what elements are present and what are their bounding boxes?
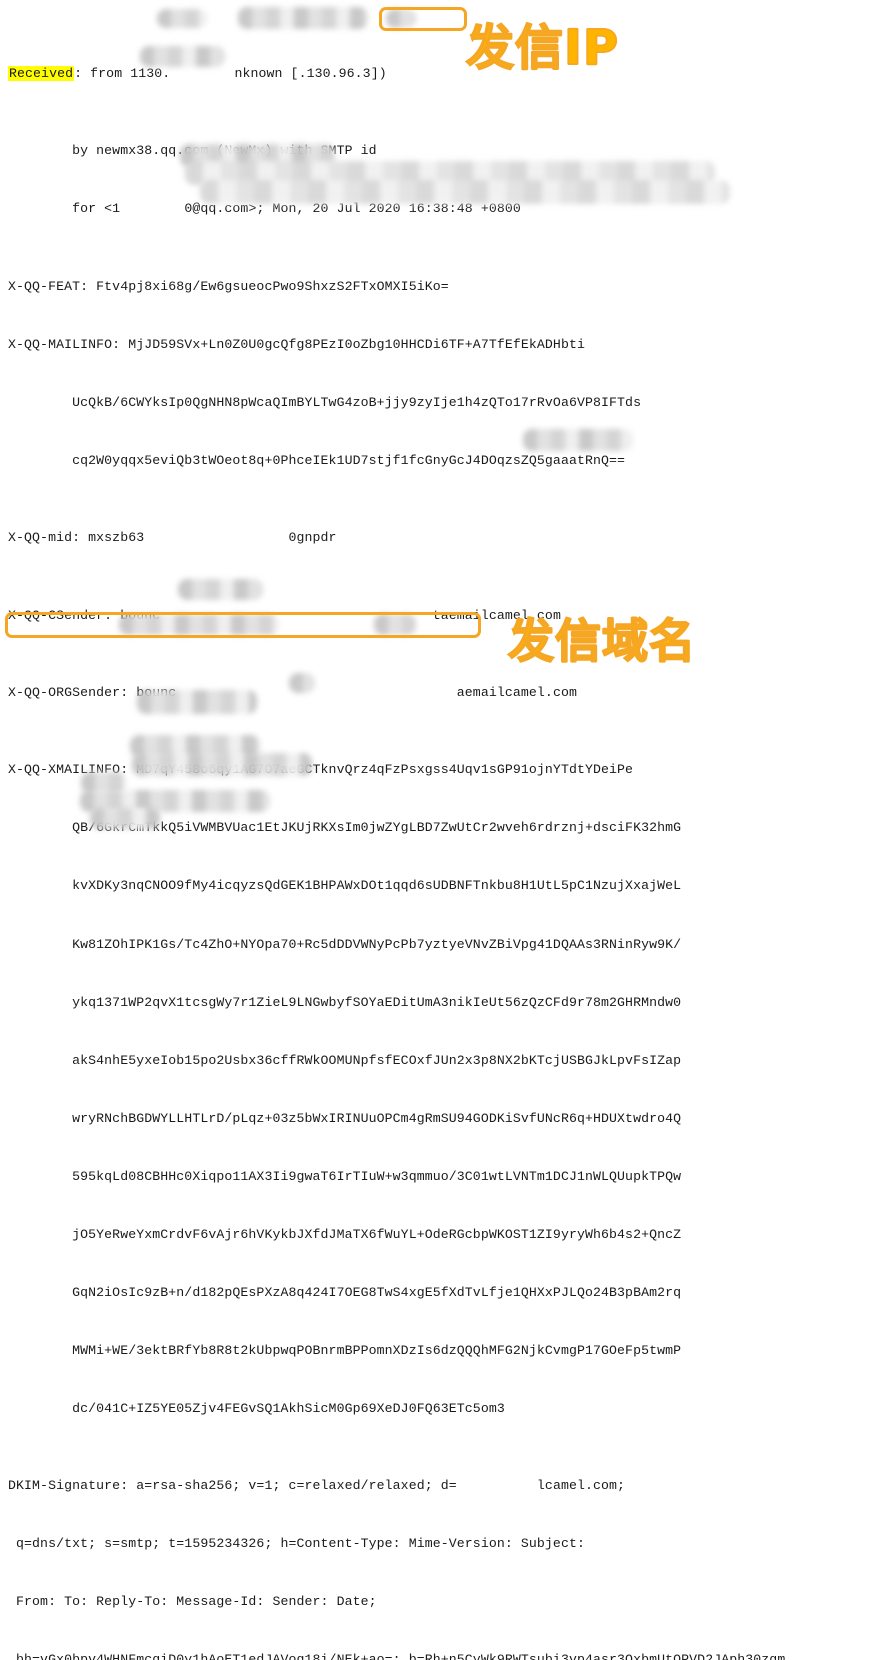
header-dkim-signature: DKIM-Signature: a=rsa-sha256; v=1; c=rel… bbox=[8, 1476, 886, 1495]
email-header-source: Received: from 1130. nknown [.130.96.3])… bbox=[0, 0, 886, 1660]
dkim-part-b: lcamel.com; bbox=[536, 1478, 626, 1494]
header-x-qq-mailinfo: X-QQ-MAILINFO: MjJD59SVx+Ln0Z0U0gcQfg8PE… bbox=[8, 336, 585, 352]
received-line-part-a: : from 1 bbox=[74, 66, 139, 82]
header-xmailinfo-cont-2: kvXDKy3nqCNOO9fMy4icqyzsQdGEK1BHPAWxDOt1… bbox=[8, 878, 682, 894]
header-x-qq-feat: X-QQ-FEAT: Ftv4pj8xi68g/Ew6gsueocPwo9Shx… bbox=[8, 278, 449, 294]
header-x-qq-mailinfo-cont-1: UcQkB/6CWYksIp0QgNHN8pWcaQImBYLTwG4zoB+j… bbox=[8, 394, 642, 410]
x-qq-csender-part-a: X-QQ-CSender: bounc bbox=[8, 607, 161, 623]
header-xmailinfo-cont-4: ykq1371WP2qvX1tcsgWy7r1ZieL9LNGwbyfSOYaE… bbox=[8, 994, 682, 1010]
header-dkim-cont-1: q=dns/txt; s=smtp; t=1595234326; h=Conte… bbox=[8, 1536, 585, 1552]
x-qq-mid-part-a: X-QQ-mid: mxszb63 bbox=[8, 530, 145, 546]
header-x-qq-orgsender: X-QQ-ORGSender: bounc aemailcamel.com bbox=[8, 683, 886, 702]
header-x-qq-csender: X-QQ-CSender: bounc taemailcamel.com bbox=[8, 606, 886, 625]
x-qq-csender-part-b: taemailcamel.com bbox=[432, 607, 561, 623]
header-line-by: by newmx38.qq.com (NewMx) with SMTP id bbox=[8, 143, 377, 159]
header-xmailinfo-cont-10: MWMi+WE/3ektBRfYb8R8t2kUbpwqPOBnrmBPPomn… bbox=[8, 1342, 682, 1358]
for-part-b: 0@qq.com>; Mon, 20 Jul 2020 16:38:48 +08… bbox=[184, 201, 521, 217]
header-xmailinfo-cont-5: akS4nhE5yxeIob15po2Usbx36cffRWkOOMUNpfsf… bbox=[8, 1052, 682, 1068]
header-xmailinfo-cont-8: jO5YeRweYxmCrdvF6vAjr6hVKykbJXfdJMaTX6fW… bbox=[8, 1226, 682, 1242]
x-qq-orgsender-part-a: X-QQ-ORGSender: bounc bbox=[8, 685, 177, 701]
header-line-for: for <1 0@qq.com>; Mon, 20 Jul 2020 16:38… bbox=[8, 199, 886, 218]
received-keyword-highlight: Received bbox=[8, 66, 75, 82]
x-qq-mid-part-b: 0gnpdr bbox=[288, 530, 337, 546]
received-line-part-b: 130. bbox=[138, 66, 171, 82]
header-x-qq-mid: X-QQ-mid: mxszb63 0gnpdr bbox=[8, 528, 886, 547]
header-x-qq-xmailinfo: X-QQ-XMAILINFO: MD7qY458o6qy1AG7O7aeGCTk… bbox=[8, 762, 634, 778]
header-x-qq-mailinfo-cont-2: cq2W0yqqx5eviQb3tWOeot8q+0PhceIEk1UD7stj… bbox=[8, 452, 626, 468]
header-xmailinfo-cont-1: QB/6GkrCmTkkQ5iVWMBVUac1EtJKUjRKXsIm0jwZ… bbox=[8, 820, 682, 836]
header-xmailinfo-cont-11: dc/041C+IZ5YE05Zjv4FEGvSQ1AkhSicM0Gp69Xe… bbox=[8, 1400, 505, 1416]
header-xmailinfo-cont-6: wryRNchBGDWYLLHTLrD/pLqz+03z5bWxIRINUuOP… bbox=[8, 1110, 682, 1126]
received-line-part-d: ]) bbox=[370, 66, 387, 82]
dkim-part-a: DKIM-Signature: a=rsa-sha256; v=1; c=rel… bbox=[8, 1478, 457, 1494]
header-line-received-1: Received: from 1130. nknown [.130.96.3]) bbox=[8, 64, 886, 83]
header-xmailinfo-cont-7: 595kqLd08CBHHc0Xiqpo11AX3Ii9gwaT6IrTIuW+… bbox=[8, 1168, 682, 1184]
header-xmailinfo-cont-3: Kw81ZOhIPK1Gs/Tc4ZhO+NYOpa70+Rc5dDDVWNyP… bbox=[8, 936, 682, 952]
header-dkim-cont-2: From: To: Reply-To: Message-Id: Sender: … bbox=[8, 1594, 377, 1610]
header-xmailinfo-cont-9: GqN2iOsIc9zB+n/d182pQEsPXzA8q424I7OEG8Tw… bbox=[8, 1284, 682, 1300]
x-qq-orgsender-part-b: aemailcamel.com bbox=[456, 685, 577, 701]
header-dkim-cont-3: bh=vGx0bpv4WHNFmcgiD0y1hAoET1edJAVog18i/… bbox=[8, 1652, 786, 1660]
for-part-a: for <1 bbox=[8, 201, 121, 217]
received-line-part-c: nknown [ bbox=[234, 66, 299, 82]
sending-ip-value: .130.96.3 bbox=[298, 66, 371, 82]
